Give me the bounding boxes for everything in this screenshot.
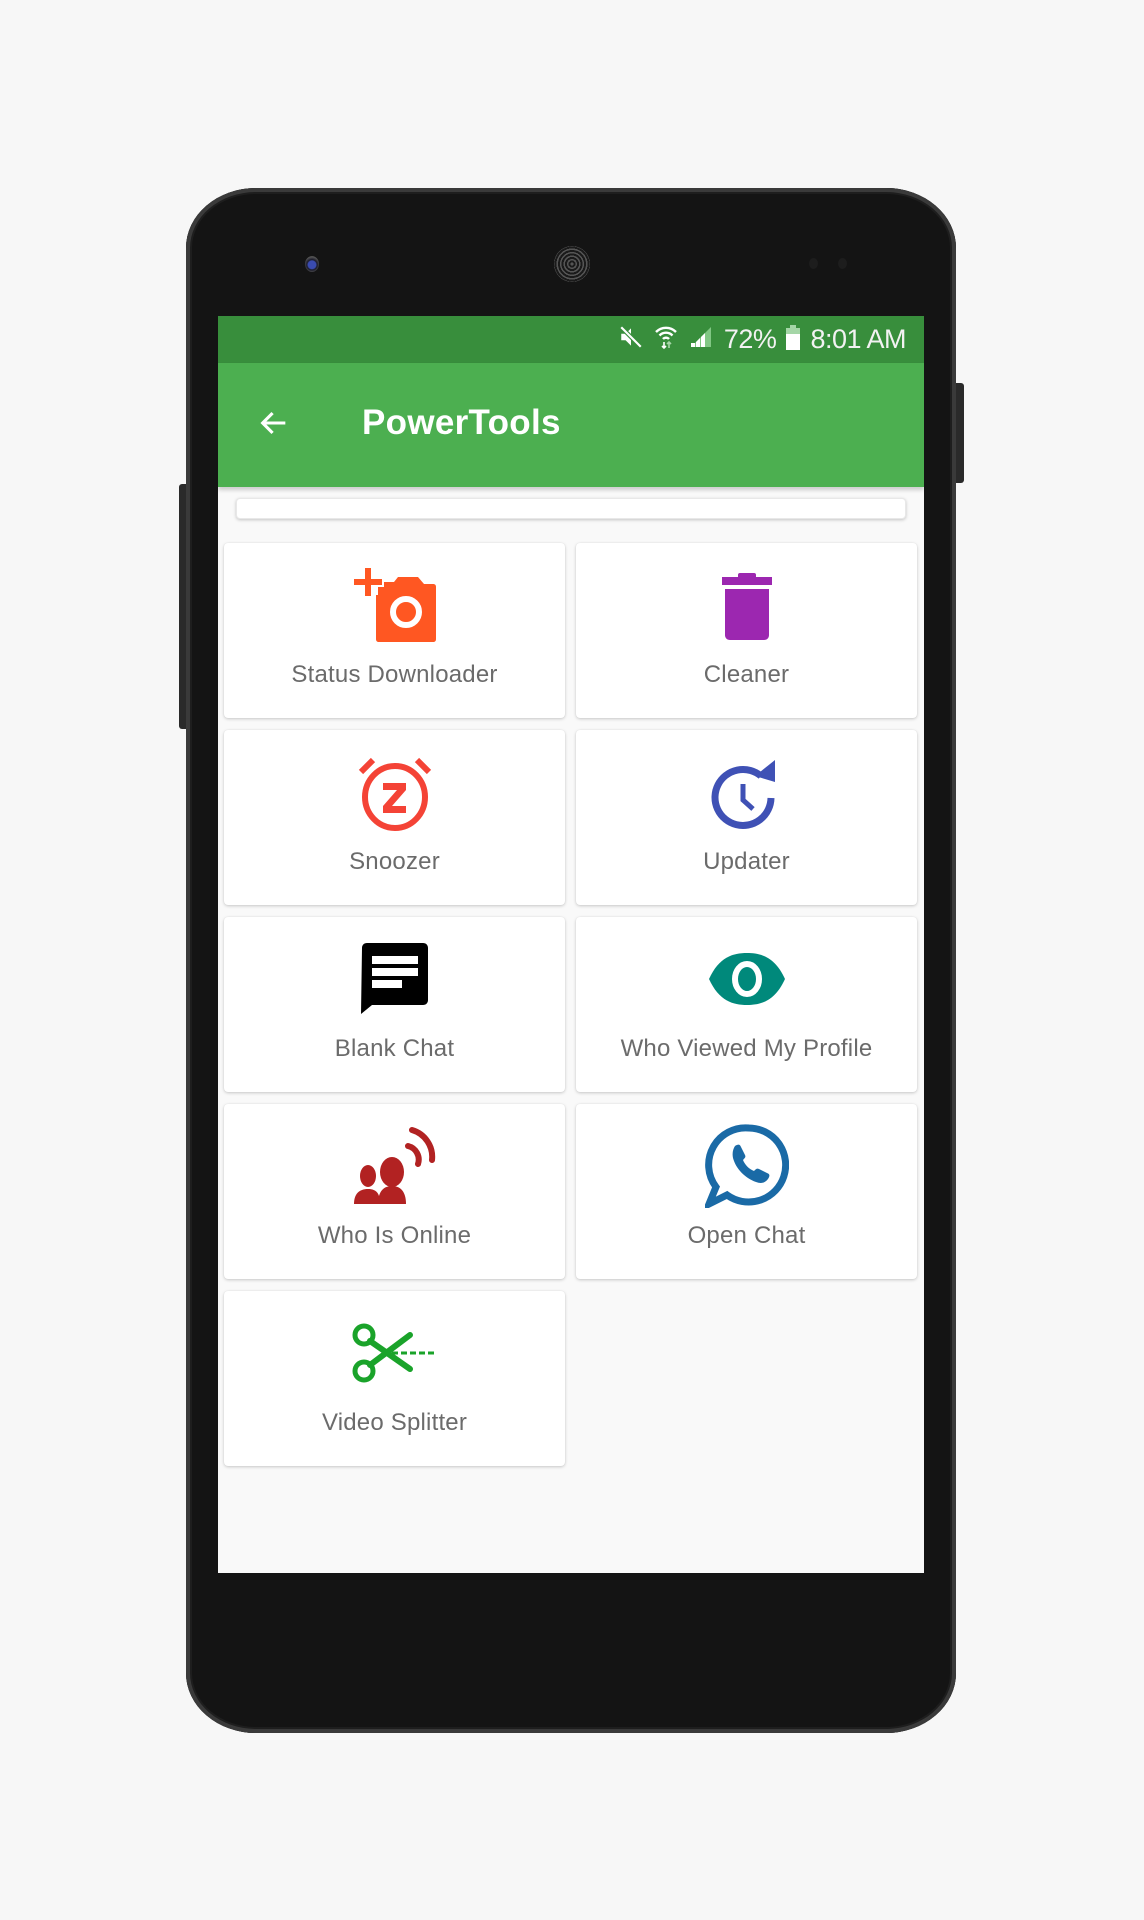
eye-icon [702, 939, 792, 1019]
tool-card-open-chat[interactable]: Open Chat [576, 1104, 917, 1279]
tool-label: Updater [703, 848, 790, 875]
proximity-sensor [809, 258, 818, 269]
app-toolbar: PowerTools [218, 363, 924, 487]
tool-card-updater[interactable]: Updater [576, 730, 917, 905]
tool-label: Snoozer [349, 848, 440, 875]
add-a-photo-icon [350, 565, 440, 645]
tool-card-who-is-online[interactable]: Who Is Online [224, 1104, 565, 1279]
signal-icon [688, 325, 714, 354]
clock: 8:01 AM [810, 324, 906, 354]
snooze-alarm-icon [350, 752, 440, 832]
tool-card-cleaner[interactable]: Cleaner [576, 543, 917, 718]
status-bar: 72% 8:01 AM [218, 316, 924, 363]
search-bar[interactable] [236, 498, 906, 519]
people-online-icon [350, 1126, 440, 1206]
mute-icon [618, 324, 644, 355]
tool-label: Cleaner [703, 661, 790, 688]
tool-label: Who Is Online [317, 1222, 472, 1249]
arrow-left-icon [257, 406, 291, 445]
battery-percent: 72% [723, 324, 777, 354]
tool-card-blank-chat[interactable]: Blank Chat [224, 917, 565, 1092]
tool-label: Video Splitter [321, 1409, 468, 1436]
page-title: PowerTools [362, 403, 561, 442]
tool-label: Open Chat [687, 1222, 806, 1249]
chat-bubble-icon [350, 939, 440, 1019]
tool-card-video-splitter[interactable]: Video Splitter [224, 1291, 565, 1466]
tool-label: Who Viewed My Profile [620, 1035, 873, 1062]
battery-icon [786, 324, 801, 355]
update-clock-icon [702, 752, 792, 832]
front-camera [305, 256, 319, 272]
trash-icon [702, 565, 792, 645]
tool-card-who-viewed-my-profile[interactable]: Who Viewed My Profile [576, 917, 917, 1092]
power-button [956, 383, 964, 483]
app-screen: 72% 8:01 AM PowerTools Status Downloader [218, 316, 924, 1573]
tool-label: Blank Chat [334, 1035, 455, 1062]
tool-card-snoozer[interactable]: Snoozer [224, 730, 565, 905]
back-button[interactable] [248, 399, 300, 451]
tool-label: Status Downloader [291, 661, 498, 688]
tool-card-status-downloader[interactable]: Status Downloader [224, 543, 565, 718]
whatsapp-icon [702, 1124, 792, 1208]
wifi-icon [654, 324, 678, 355]
earpiece-speaker [554, 246, 590, 282]
light-sensor [838, 258, 847, 269]
scissors-icon [350, 1313, 440, 1393]
